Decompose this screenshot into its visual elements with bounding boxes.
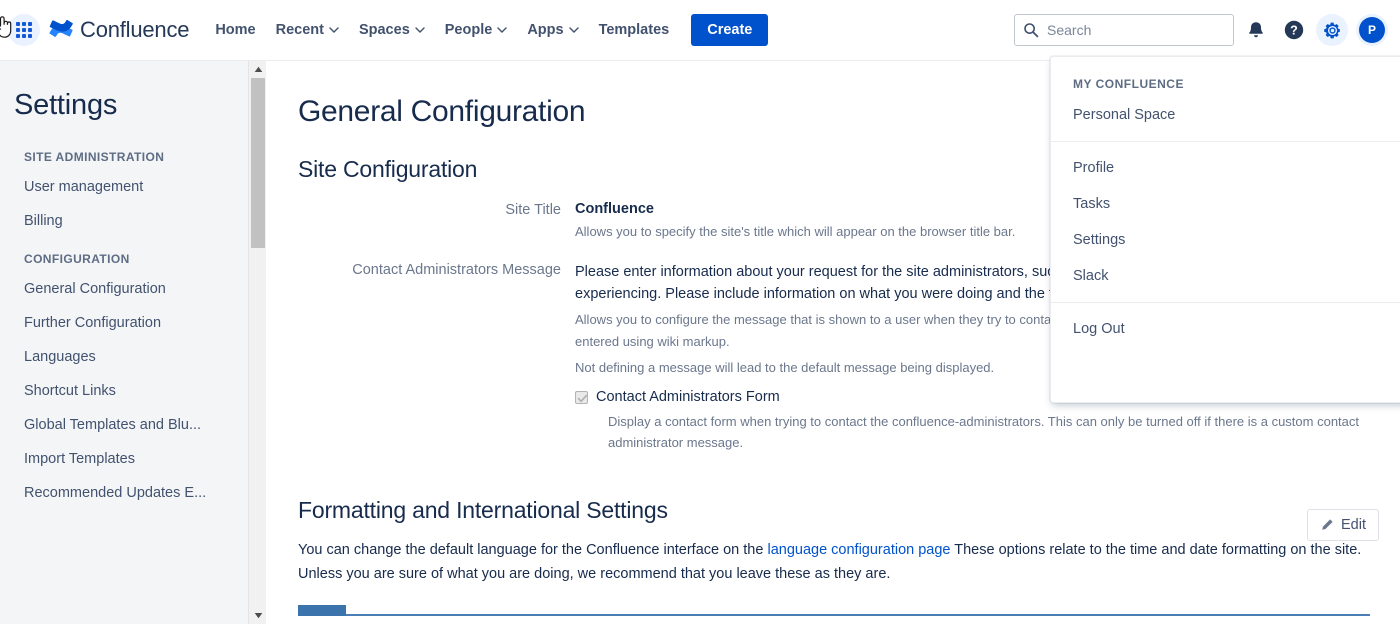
- language-configuration-page-link[interactable]: language configuration page: [767, 542, 950, 558]
- chevron-down-icon: [415, 27, 425, 33]
- sidebar-scrollbar-thumb[interactable]: [251, 78, 265, 248]
- sidebar-item-billing[interactable]: Billing: [0, 204, 248, 238]
- dropdown-separator-1: [1051, 141, 1400, 142]
- form-label-contact-administrators-message: Contact Administrators Message: [352, 262, 561, 278]
- nav-item-people[interactable]: People: [435, 14, 518, 46]
- nav-item-spaces-label: Spaces: [358, 22, 410, 38]
- sidebar-item-global-templates-and-blueprints[interactable]: Global Templates and Blu...: [0, 408, 248, 442]
- primary-nav-links: Home Recent Spaces People Apps Templates…: [205, 14, 769, 46]
- top-navigation-bar: Confluence Home Recent Spaces People App…: [0, 0, 1400, 61]
- formatting-description: You can change the default language for …: [298, 538, 1370, 586]
- chevron-down-icon: [497, 27, 508, 33]
- dropdown-item-log-out[interactable]: Log Out: [1051, 311, 1400, 347]
- svg-text:?: ?: [1290, 24, 1298, 38]
- app-switcher-grid-icon: [16, 22, 32, 38]
- formatting-tab-strip[interactable]: [298, 605, 1370, 616]
- nav-item-recent[interactable]: Recent: [266, 14, 349, 46]
- chevron-down-icon: [329, 27, 339, 33]
- edit-button-label: Edit: [1341, 517, 1366, 533]
- nav-item-spaces[interactable]: Spaces: [349, 14, 435, 46]
- formatting-section: Formatting and International Settings Ed…: [298, 497, 1379, 616]
- sidebar-title: Settings: [14, 89, 118, 121]
- settings-gear-icon: [1323, 22, 1340, 38]
- formatting-text-before-link: You can change the default language for …: [298, 542, 768, 558]
- settings-button[interactable]: [1316, 14, 1348, 46]
- sidebar-item-languages[interactable]: Languages: [0, 340, 248, 374]
- confluence-home-link[interactable]: Confluence: [48, 17, 190, 43]
- pencil-edit-icon: [1322, 519, 1333, 530]
- nav-item-apps-label: Apps: [527, 22, 564, 38]
- help-question-circle-icon: ?: [1284, 20, 1304, 40]
- settings-sidebar: Settings SITE ADMINISTRATION User manage…: [0, 61, 248, 624]
- edit-button[interactable]: Edit: [1307, 509, 1379, 541]
- formatting-active-tab[interactable]: [298, 605, 346, 616]
- dropdown-item-slack[interactable]: Slack: [1051, 258, 1400, 294]
- help-button[interactable]: ?: [1278, 14, 1310, 46]
- user-avatar-button[interactable]: P: [1356, 14, 1388, 46]
- nav-item-templates-label: Templates: [598, 22, 670, 38]
- profile-dropdown-menu: MY CONFLUENCE Personal Space Profile Tas…: [1050, 56, 1400, 403]
- sidebar-scrollbar[interactable]: [248, 61, 266, 624]
- sidebar-item-user-management[interactable]: User management: [0, 170, 248, 204]
- scroll-down-arrow-icon[interactable]: [249, 607, 267, 624]
- sidebar-item-further-configuration[interactable]: Further Configuration: [0, 306, 248, 340]
- brand-name: Confluence: [80, 17, 190, 42]
- sidebar-content-divider: [266, 61, 267, 624]
- sidebar-group-heading-site-administration: SITE ADMINISTRATION: [24, 150, 165, 164]
- dropdown-item-tasks[interactable]: Tasks: [1051, 186, 1400, 222]
- contact-administrators-form-checkbox[interactable]: [575, 390, 588, 404]
- nav-item-apps[interactable]: Apps: [517, 14, 588, 46]
- dropdown-section-heading-my-confluence: MY CONFLUENCE: [1073, 77, 1184, 91]
- mouse-cursor-pointer-icon: [0, 16, 12, 38]
- contact-administrators-form-label: Contact Administrators Form: [596, 389, 780, 405]
- dropdown-item-personal-space[interactable]: Personal Space: [1051, 97, 1400, 133]
- search-icon: [1023, 22, 1039, 43]
- chevron-down-icon: [568, 27, 579, 33]
- sidebar-item-import-templates[interactable]: Import Templates: [0, 442, 248, 476]
- sidebar-item-shortcut-links[interactable]: Shortcut Links: [0, 374, 248, 408]
- dropdown-item-settings[interactable]: Settings: [1051, 222, 1400, 258]
- dropdown-separator-2: [1051, 302, 1400, 303]
- confluence-logo-icon: [49, 19, 73, 37]
- dropdown-item-profile[interactable]: Profile: [1051, 150, 1400, 186]
- nav-item-templates[interactable]: Templates: [589, 14, 680, 46]
- scroll-up-arrow-icon[interactable]: [249, 61, 267, 78]
- section-title-formatting: Formatting and International Settings: [298, 497, 668, 523]
- contact-administrators-form-description: Display a contact form when trying to co…: [608, 414, 1360, 450]
- notifications-bell-icon: [1249, 22, 1263, 38]
- nav-item-recent-label: Recent: [275, 22, 324, 38]
- sidebar-item-recommended-updates-email[interactable]: Recommended Updates E...: [0, 476, 248, 510]
- sidebar-group-heading-configuration: CONFIGURATION: [24, 252, 130, 266]
- nav-item-home-label: Home: [215, 22, 256, 38]
- avatar: P: [1359, 17, 1385, 43]
- form-label-site-title: Site Title: [505, 202, 561, 218]
- search-input[interactable]: [1045, 15, 1233, 45]
- checkmark-icon: [577, 394, 588, 402]
- notifications-button[interactable]: [1240, 14, 1272, 46]
- nav-item-home[interactable]: Home: [205, 14, 265, 46]
- app-switcher-button[interactable]: [0, 14, 40, 46]
- nav-right-actions: ? P: [1014, 14, 1400, 46]
- nav-item-people-label: People: [444, 22, 493, 38]
- create-button[interactable]: Create: [691, 14, 769, 46]
- sidebar-item-general-configuration[interactable]: General Configuration: [0, 272, 248, 306]
- search-box[interactable]: [1014, 14, 1234, 46]
